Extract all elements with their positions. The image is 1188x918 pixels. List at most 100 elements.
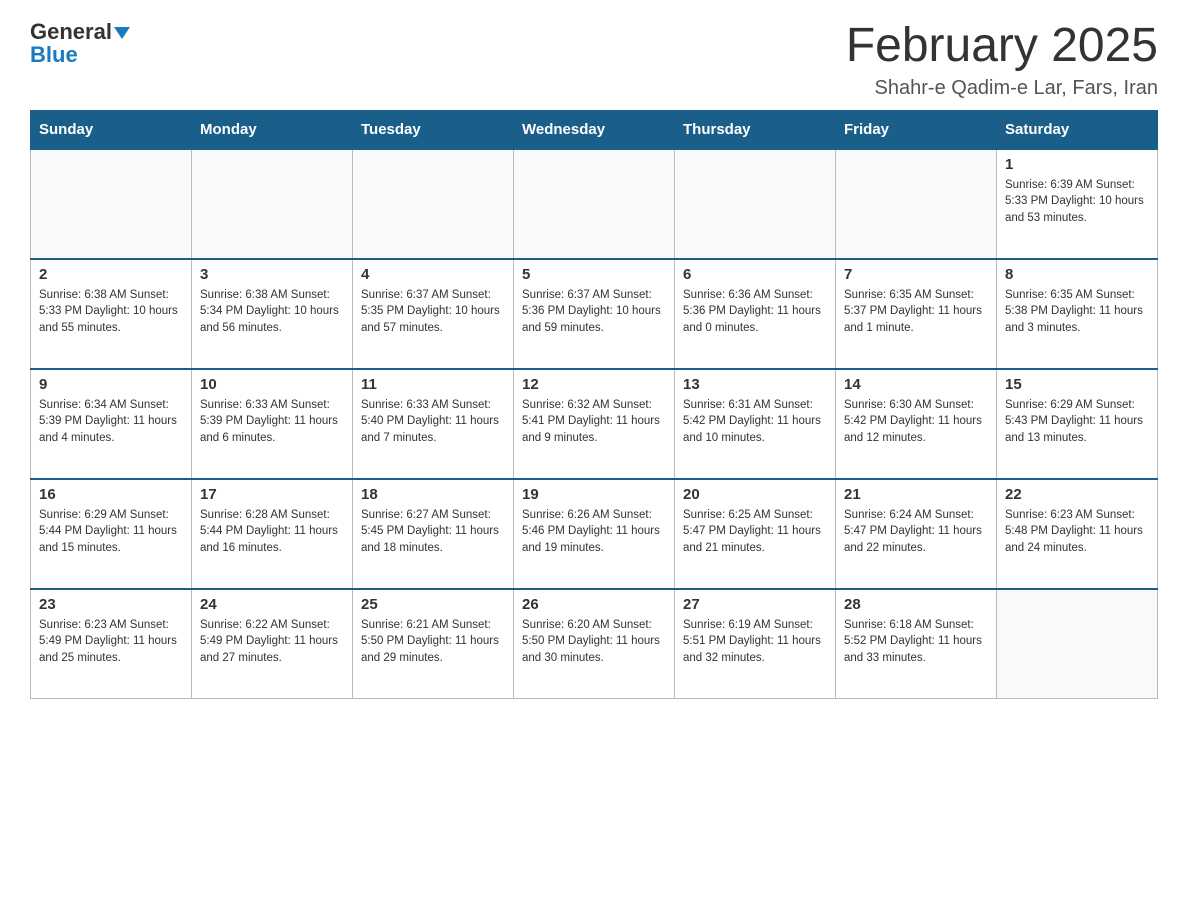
calendar-cell [675, 149, 836, 259]
calendar-cell: 28Sunrise: 6:18 AM Sunset: 5:52 PM Dayli… [836, 589, 997, 699]
calendar-cell: 25 Sunrise: 6:21 AM Sunset: 5:50 PM Dayli… [353, 589, 514, 699]
day-number: 12 [522, 376, 666, 393]
day-number: 2 [39, 266, 183, 283]
day-number: 1 [1005, 156, 1149, 173]
day-info: Sunrise: 6:33 AM Sunset: 5:40 PM Dayligh… [361, 397, 505, 447]
calendar-week-row: 16 Sunrise: 6:29 AM Sunset: 5:44 PM Dayli… [31, 479, 1158, 589]
calendar-cell: 16 Sunrise: 6:29 AM Sunset: 5:44 PM Dayli… [31, 479, 192, 589]
day-number: 10 [200, 376, 344, 393]
day-info: Sunrise: 6:35 AM Sunset: 5:38 PM Dayligh… [1005, 287, 1149, 337]
calendar-header-row: Sunday Monday Tuesday Wednesday Thursday… [31, 110, 1158, 149]
day-info: Sunrise: 6:24 AM Sunset: 5:47 PM Dayligh… [844, 507, 988, 557]
day-info: Sunrise: 6:37 AM Sunset: 5:36 PM Dayligh… [522, 287, 666, 337]
calendar-cell: 20Sunrise: 6:25 AM Sunset: 5:47 PM Dayli… [675, 479, 836, 589]
calendar-table: Sunday Monday Tuesday Wednesday Thursday… [30, 110, 1158, 700]
calendar-cell: 3Sunrise: 6:38 AM Sunset: 5:34 PM Daylig… [192, 259, 353, 369]
calendar-cell [997, 589, 1158, 699]
day-info: Sunrise: 6:33 AM Sunset: 5:39 PM Dayligh… [200, 397, 344, 447]
col-thursday: Thursday [675, 110, 836, 149]
col-monday: Monday [192, 110, 353, 149]
calendar-cell [836, 149, 997, 259]
calendar-cell: 1 Sunrise: 6:39 AM Sunset: 5:33 PM Daylig… [997, 149, 1158, 259]
day-info: Sunrise: 6:21 AM Sunset: 5:50 PM Dayligh… [361, 617, 505, 667]
day-info: Sunrise: 6:23 AM Sunset: 5:48 PM Dayligh… [1005, 507, 1149, 557]
calendar-cell: 11 Sunrise: 6:33 AM Sunset: 5:40 PM Dayli… [353, 369, 514, 479]
day-info: Sunrise: 6:35 AM Sunset: 5:37 PM Dayligh… [844, 287, 988, 337]
calendar-cell: 6Sunrise: 6:36 AM Sunset: 5:36 PM Daylig… [675, 259, 836, 369]
day-number: 15 [1005, 376, 1149, 393]
calendar-cell: 2 Sunrise: 6:38 AM Sunset: 5:33 PM Daylig… [31, 259, 192, 369]
calendar-cell: 23 Sunrise: 6:23 AM Sunset: 5:49 PM Dayli… [31, 589, 192, 699]
day-number: 9 [39, 376, 183, 393]
day-number: 13 [683, 376, 827, 393]
day-info: Sunrise: 6:28 AM Sunset: 5:44 PM Dayligh… [200, 507, 344, 557]
calendar-cell [353, 149, 514, 259]
col-tuesday: Tuesday [353, 110, 514, 149]
calendar-cell: 13 Sunrise: 6:31 AM Sunset: 5:42 PM Dayli… [675, 369, 836, 479]
day-info: Sunrise: 6:29 AM Sunset: 5:43 PM Dayligh… [1005, 397, 1149, 447]
day-info: Sunrise: 6:37 AM Sunset: 5:35 PM Dayligh… [361, 287, 505, 337]
logo-triangle-icon [114, 27, 130, 39]
calendar-week-row: 9 Sunrise: 6:34 AM Sunset: 5:39 PM Daylig… [31, 369, 1158, 479]
day-info: Sunrise: 6:39 AM Sunset: 5:33 PM Dayligh… [1005, 177, 1149, 227]
location-title: Shahr-e Qadim-e Lar, Fars, Iran [846, 77, 1158, 100]
day-info: Sunrise: 6:31 AM Sunset: 5:42 PM Dayligh… [683, 397, 827, 447]
day-number: 4 [361, 266, 505, 283]
calendar-week-row: 23 Sunrise: 6:23 AM Sunset: 5:49 PM Dayli… [31, 589, 1158, 699]
day-info: Sunrise: 6:34 AM Sunset: 5:39 PM Dayligh… [39, 397, 183, 447]
day-number: 7 [844, 266, 988, 283]
calendar-cell: 8 Sunrise: 6:35 AM Sunset: 5:38 PM Daylig… [997, 259, 1158, 369]
page-header: General Blue February 2025 Shahr-e Qadim… [30, 20, 1158, 100]
col-wednesday: Wednesday [514, 110, 675, 149]
day-number: 11 [361, 376, 505, 393]
day-info: Sunrise: 6:23 AM Sunset: 5:49 PM Dayligh… [39, 617, 183, 667]
col-sunday: Sunday [31, 110, 192, 149]
col-saturday: Saturday [997, 110, 1158, 149]
calendar-cell: 27 Sunrise: 6:19 AM Sunset: 5:51 PM Dayli… [675, 589, 836, 699]
day-number: 8 [1005, 266, 1149, 283]
day-info: Sunrise: 6:38 AM Sunset: 5:34 PM Dayligh… [200, 287, 344, 337]
calendar-cell: 10 Sunrise: 6:33 AM Sunset: 5:39 PM Dayli… [192, 369, 353, 479]
title-area: February 2025 Shahr-e Qadim-e Lar, Fars,… [846, 20, 1158, 100]
day-info: Sunrise: 6:22 AM Sunset: 5:49 PM Dayligh… [200, 617, 344, 667]
day-info: Sunrise: 6:18 AM Sunset: 5:52 PM Dayligh… [844, 617, 988, 667]
day-number: 25 [361, 596, 505, 613]
calendar-cell [192, 149, 353, 259]
calendar-cell: 9 Sunrise: 6:34 AM Sunset: 5:39 PM Daylig… [31, 369, 192, 479]
calendar-cell: 19Sunrise: 6:26 AM Sunset: 5:46 PM Dayli… [514, 479, 675, 589]
calendar-week-row: 1 Sunrise: 6:39 AM Sunset: 5:33 PM Daylig… [31, 149, 1158, 259]
day-info: Sunrise: 6:25 AM Sunset: 5:47 PM Dayligh… [683, 507, 827, 557]
calendar-cell: 5 Sunrise: 6:37 AM Sunset: 5:36 PM Daylig… [514, 259, 675, 369]
day-number: 22 [1005, 486, 1149, 503]
day-info: Sunrise: 6:20 AM Sunset: 5:50 PM Dayligh… [522, 617, 666, 667]
day-number: 5 [522, 266, 666, 283]
day-number: 18 [361, 486, 505, 503]
day-number: 17 [200, 486, 344, 503]
day-info: Sunrise: 6:38 AM Sunset: 5:33 PM Dayligh… [39, 287, 183, 337]
calendar-cell: 21 Sunrise: 6:24 AM Sunset: 5:47 PM Dayli… [836, 479, 997, 589]
day-number: 24 [200, 596, 344, 613]
day-info: Sunrise: 6:36 AM Sunset: 5:36 PM Dayligh… [683, 287, 827, 337]
calendar-cell: 12 Sunrise: 6:32 AM Sunset: 5:41 PM Dayli… [514, 369, 675, 479]
day-number: 27 [683, 596, 827, 613]
calendar-cell: 24 Sunrise: 6:22 AM Sunset: 5:49 PM Dayli… [192, 589, 353, 699]
logo-line1: General [30, 20, 130, 44]
day-info: Sunrise: 6:19 AM Sunset: 5:51 PM Dayligh… [683, 617, 827, 667]
day-number: 16 [39, 486, 183, 503]
calendar-cell: 15 Sunrise: 6:29 AM Sunset: 5:43 PM Dayli… [997, 369, 1158, 479]
day-number: 21 [844, 486, 988, 503]
logo-line2: Blue [30, 42, 78, 68]
day-info: Sunrise: 6:30 AM Sunset: 5:42 PM Dayligh… [844, 397, 988, 447]
day-number: 14 [844, 376, 988, 393]
calendar-cell: 4 Sunrise: 6:37 AM Sunset: 5:35 PM Daylig… [353, 259, 514, 369]
day-info: Sunrise: 6:32 AM Sunset: 5:41 PM Dayligh… [522, 397, 666, 447]
day-info: Sunrise: 6:26 AM Sunset: 5:46 PM Dayligh… [522, 507, 666, 557]
calendar-cell: 17 Sunrise: 6:28 AM Sunset: 5:44 PM Dayli… [192, 479, 353, 589]
day-info: Sunrise: 6:29 AM Sunset: 5:44 PM Dayligh… [39, 507, 183, 557]
calendar-cell [31, 149, 192, 259]
logo: General Blue [30, 20, 130, 68]
col-friday: Friday [836, 110, 997, 149]
calendar-cell: 14 Sunrise: 6:30 AM Sunset: 5:42 PM Dayli… [836, 369, 997, 479]
day-number: 23 [39, 596, 183, 613]
day-info: Sunrise: 6:27 AM Sunset: 5:45 PM Dayligh… [361, 507, 505, 557]
